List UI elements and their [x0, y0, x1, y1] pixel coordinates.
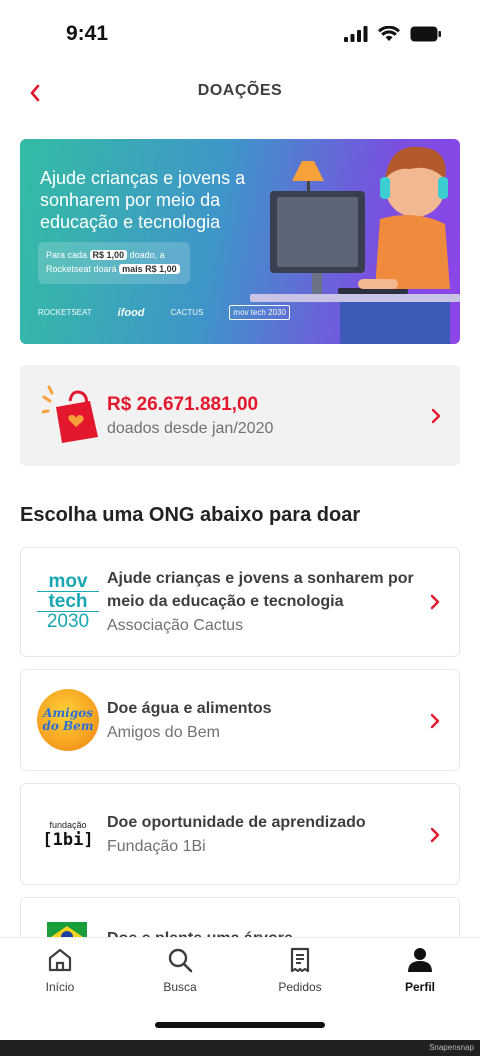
- tab-busca[interactable]: Busca: [135, 946, 225, 994]
- ifood-logo: ifood: [117, 306, 145, 319]
- tab-perfil[interactable]: Perfil: [375, 946, 465, 994]
- pill-bonus: mais R$ 1,00: [119, 264, 180, 274]
- amigos-logo-line2: do Bem: [42, 719, 94, 733]
- nav-header: DOAÇÕES: [0, 70, 480, 114]
- fundacao-1bi-logo: fundação [1bi]: [37, 804, 99, 866]
- pill-amount: R$ 1,00: [89, 250, 128, 260]
- watermark: Snapensnap: [429, 1043, 474, 1052]
- receipt-icon: [290, 947, 310, 973]
- ong-card-fundacao-1bi[interactable]: fundação [1bi] Doe oportunidade de apren…: [20, 783, 460, 885]
- bottom-tab-bar: Início Busca Pedidos Perfil: [0, 937, 480, 1017]
- movtech-logo-line3: 2030: [46, 611, 90, 632]
- search-icon: [168, 948, 193, 973]
- section-title: Escolha uma ONG abaixo para doar: [20, 504, 361, 526]
- movtech-logo: mov tech 2030: [37, 572, 99, 634]
- rocketseat-logo: ROCKETSEAT: [38, 308, 92, 317]
- amigos-do-bem-logo: Amigos do Bem: [37, 689, 99, 751]
- tab-pedidos[interactable]: Pedidos: [255, 946, 345, 994]
- tab-inicio[interactable]: Início: [15, 946, 105, 994]
- donation-summary-card[interactable]: R$ 26.671.881,00 doados desde jan/2020: [20, 365, 460, 466]
- heart-bag-icon: [42, 385, 98, 443]
- page-title: DOAÇÕES: [197, 82, 283, 99]
- user-icon: [408, 948, 432, 972]
- chevron-right-icon: [430, 713, 440, 729]
- tab-label: Início: [45, 980, 75, 994]
- ong-text: Ajude crianças e jovens a sonharem por m…: [107, 567, 419, 637]
- status-icons: [344, 26, 442, 42]
- status-time: 9:41: [66, 22, 109, 45]
- signal-icon: [344, 26, 368, 42]
- ong-org: Associação Cactus: [107, 617, 244, 634]
- ong-card-amigos-do-bem[interactable]: Amigos do Bem Doe água e alimentos Amigo…: [20, 669, 460, 771]
- ong-text: Doe oportunidade de aprendizado Fundação…: [107, 811, 419, 858]
- tab-label: Busca: [163, 980, 197, 994]
- chevron-right-icon: [430, 827, 440, 843]
- ong-card-associacao-cactus[interactable]: mov tech 2030 Ajude crianças e jovens a …: [20, 547, 460, 657]
- chevron-right-icon: [431, 408, 441, 424]
- ong-org: Fundação 1Bi: [107, 838, 206, 855]
- battery-icon: [410, 26, 441, 42]
- total-donated-subtitle: doados desde jan/2020: [107, 420, 274, 437]
- tab-label: Perfil: [404, 980, 435, 994]
- movtech-logo-line1: mov: [48, 571, 88, 592]
- ong-title: Ajude crianças e jovens a sonharem por m…: [107, 570, 414, 610]
- chevron-right-icon: [430, 594, 440, 610]
- status-bar: 9:41: [0, 0, 480, 70]
- banner-pill: Para cada R$ 1,00 doado, a Rocketseat do…: [38, 242, 190, 284]
- developer-illustration: [250, 146, 460, 344]
- cactus-logo: CACTUS: [170, 308, 204, 317]
- ong-text: Doe água e alimentos Amigos do Bem: [107, 697, 419, 744]
- movtech-logo-line2: tech: [37, 591, 99, 612]
- home-indicator: [155, 1022, 325, 1028]
- donation-banner[interactable]: Ajude crianças e jovens a sonharem por m…: [20, 139, 460, 344]
- fundacao-logo-line2: [1bi]: [42, 830, 94, 850]
- total-donated-amount: R$ 26.671.881,00: [107, 394, 259, 415]
- ong-org: Amigos do Bem: [107, 724, 220, 741]
- wifi-icon: [378, 26, 400, 41]
- pill-prefix: Para cada: [46, 250, 88, 260]
- tab-label: Pedidos: [278, 980, 322, 994]
- home-icon: [48, 948, 72, 972]
- ong-title: Doe oportunidade de aprendizado: [107, 814, 366, 831]
- bottom-strip: Snapensnap: [0, 1040, 480, 1056]
- ong-title: Doe água e alimentos: [107, 700, 272, 717]
